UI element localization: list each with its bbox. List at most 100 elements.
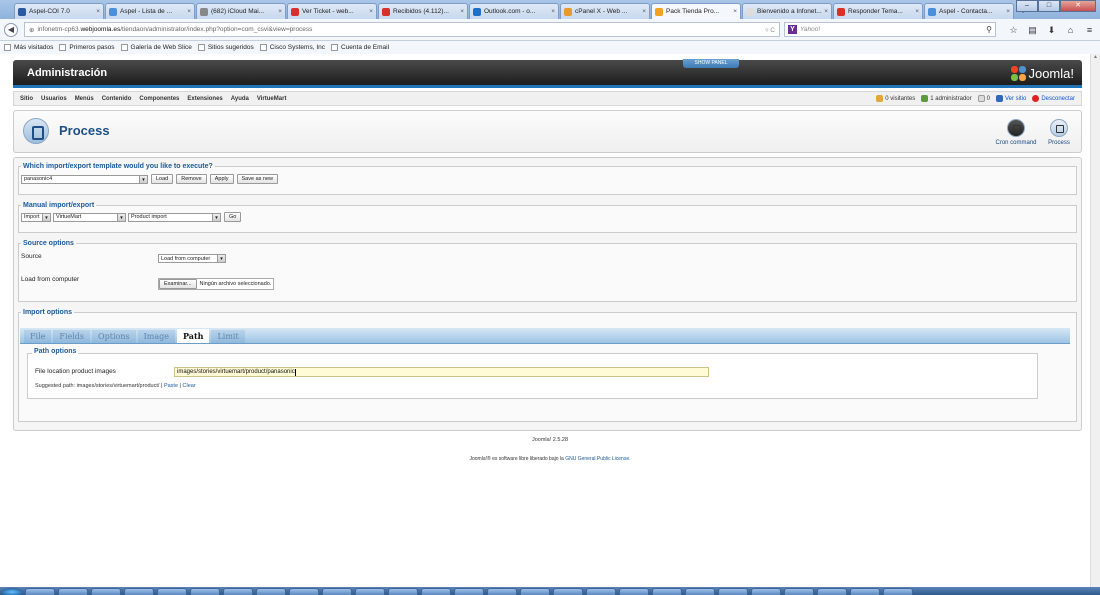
import-tab-file[interactable]: File <box>24 330 52 343</box>
bookmark-item[interactable]: Sitios sugeridos <box>197 44 254 51</box>
load-button[interactable]: Load <box>151 174 174 184</box>
taskbar-item[interactable] <box>454 588 484 595</box>
taskbar-item[interactable] <box>652 588 682 595</box>
bookmarks-list-icon[interactable]: ▤ <box>1025 23 1040 37</box>
taskbar-item[interactable] <box>289 588 319 595</box>
show-panel-button[interactable]: SHOW PANEL <box>683 59 739 68</box>
browser-tab[interactable]: Bienvenido a Infonet... × <box>742 3 832 19</box>
admin-menu-item[interactable]: VirtueMart <box>257 96 294 102</box>
apply-button[interactable]: Apply <box>209 174 234 184</box>
tab-close-icon[interactable]: × <box>1006 8 1010 15</box>
start-button[interactable] <box>2 588 22 595</box>
gpl-link[interactable]: GNU General Public License. <box>565 456 630 462</box>
import-tab-options[interactable]: Options <box>92 330 136 343</box>
tab-close-icon[interactable]: × <box>278 8 282 15</box>
minimize-button[interactable]: – <box>1016 0 1038 12</box>
admin-menu-item[interactable]: Sitio <box>20 96 40 102</box>
bookmark-star-icon[interactable]: ☆ <box>1006 23 1021 37</box>
taskbar-item[interactable] <box>586 588 616 595</box>
menu-icon[interactable]: ≡ <box>1082 23 1097 37</box>
operation-select[interactable]: Product import ▼ <box>128 212 221 222</box>
import-tab-fields[interactable]: Fields <box>53 330 91 343</box>
browse-button[interactable]: Examinar... <box>159 279 197 289</box>
taskbar-item[interactable] <box>850 588 880 595</box>
messages-status[interactable]: 0 <box>977 95 990 102</box>
paste-link[interactable]: Paste <box>164 383 178 389</box>
download-icon[interactable]: ⬇ <box>1044 23 1059 37</box>
admin-menu-item[interactable]: Menús <box>75 96 101 102</box>
view-site-link[interactable]: Ver sitio <box>995 95 1026 102</box>
home-icon[interactable]: ⌂ <box>1063 23 1078 37</box>
browser-tab[interactable]: Pack Tienda Pro... × <box>651 3 741 19</box>
admin-menu-item[interactable]: Usuarios <box>41 96 74 102</box>
bookmark-item[interactable]: Galería de Web Slice <box>120 44 192 51</box>
import-tab-image[interactable]: Image <box>137 330 175 343</box>
taskbar-item[interactable] <box>91 588 121 595</box>
taskbar-item[interactable] <box>883 588 913 595</box>
clear-link[interactable]: Clear <box>183 383 196 389</box>
taskbar-item[interactable] <box>817 588 847 595</box>
browser-tab[interactable]: Aspel - Contacta... × <box>924 3 1014 19</box>
search-icon[interactable]: ⚲ <box>986 25 992 34</box>
bookmark-item[interactable]: Más visitados <box>4 44 53 51</box>
browser-tab[interactable]: Ver Ticket - web... × <box>287 3 377 19</box>
tab-close-icon[interactable]: × <box>915 8 919 15</box>
admin-menu-item[interactable]: Extensiones <box>187 96 229 102</box>
taskbar-item[interactable] <box>553 588 583 595</box>
component-select[interactable]: VirtueMart ▼ <box>53 212 126 222</box>
tab-close-icon[interactable]: × <box>551 8 555 15</box>
go-button[interactable]: Go <box>224 212 242 222</box>
action-select[interactable]: Import ▼ <box>21 212 51 222</box>
taskbar-item[interactable] <box>355 588 385 595</box>
browser-tab[interactable]: (682) iCloud Mai... × <box>196 3 286 19</box>
tab-close-icon[interactable]: × <box>824 8 828 15</box>
browser-tab[interactable]: cPanel X - Web ... × <box>560 3 650 19</box>
source-select[interactable]: Load from computer ▼ <box>158 254 226 263</box>
tab-close-icon[interactable]: × <box>369 8 373 15</box>
taskbar-item[interactable] <box>25 588 55 595</box>
taskbar-item[interactable] <box>487 588 517 595</box>
cron-command-button[interactable]: Cron command <box>992 119 1040 146</box>
reload-icon[interactable]: ▿ C <box>765 26 775 34</box>
taskbar-item[interactable] <box>157 588 187 595</box>
process-button[interactable]: Process <box>1035 119 1083 146</box>
taskbar-item[interactable] <box>124 588 154 595</box>
taskbar-item[interactable] <box>223 588 253 595</box>
template-select[interactable]: panasonic4 ▼ <box>21 174 148 184</box>
admin-menu-item[interactable]: Ayuda <box>231 96 256 102</box>
remove-button[interactable]: Remove <box>176 174 207 184</box>
scroll-up-icon[interactable]: ▲ <box>1091 54 1100 60</box>
admin-menu-item[interactable]: Componentes <box>139 96 186 102</box>
browser-tab[interactable]: Recibidos (4.112)... × <box>378 3 468 19</box>
bookmark-item[interactable]: Primeros pasos <box>59 44 115 51</box>
close-window-button[interactable]: ✕ <box>1060 0 1096 12</box>
taskbar-item[interactable] <box>256 588 286 595</box>
taskbar-item[interactable] <box>718 588 748 595</box>
import-tab-path[interactable]: Path <box>176 329 210 343</box>
taskbar-item[interactable] <box>421 588 451 595</box>
taskbar-item[interactable] <box>685 588 715 595</box>
browser-tab[interactable]: Outlook.com - o... × <box>469 3 559 19</box>
search-bar[interactable]: Y Yahoo! ⚲ <box>784 22 996 37</box>
bookmark-item[interactable]: Cuenta de Email <box>331 44 389 51</box>
tab-close-icon[interactable]: × <box>187 8 191 15</box>
file-input[interactable]: Examinar... Ningún archivo seleccionado. <box>158 278 275 290</box>
taskbar-item[interactable] <box>520 588 550 595</box>
bookmark-item[interactable]: Cisco Systems, Inc <box>259 44 325 51</box>
back-button[interactable]: ◀ <box>4 22 18 37</box>
taskbar-item[interactable] <box>190 588 220 595</box>
browser-tab[interactable]: Responder Tema... × <box>833 3 923 19</box>
import-tab-limit[interactable]: Limit <box>211 330 245 343</box>
taskbar-item[interactable] <box>58 588 88 595</box>
browser-tab[interactable]: Aspel - Lista de ... × <box>105 3 195 19</box>
taskbar-item[interactable] <box>619 588 649 595</box>
tab-close-icon[interactable]: × <box>460 8 464 15</box>
taskbar-item[interactable] <box>751 588 781 595</box>
save-as-new-button[interactable]: Save as new <box>236 174 278 184</box>
taskbar-item[interactable] <box>322 588 352 595</box>
address-bar[interactable]: ⊕ infonetm-cp63. webjoomla.es/tiendaon/ad… <box>24 22 780 37</box>
taskbar-item[interactable] <box>784 588 814 595</box>
taskbar-item[interactable] <box>388 588 418 595</box>
logout-link[interactable]: Desconectar <box>1032 95 1075 102</box>
image-path-input[interactable]: images/stories/virtuemart/product/panaso… <box>174 367 709 377</box>
